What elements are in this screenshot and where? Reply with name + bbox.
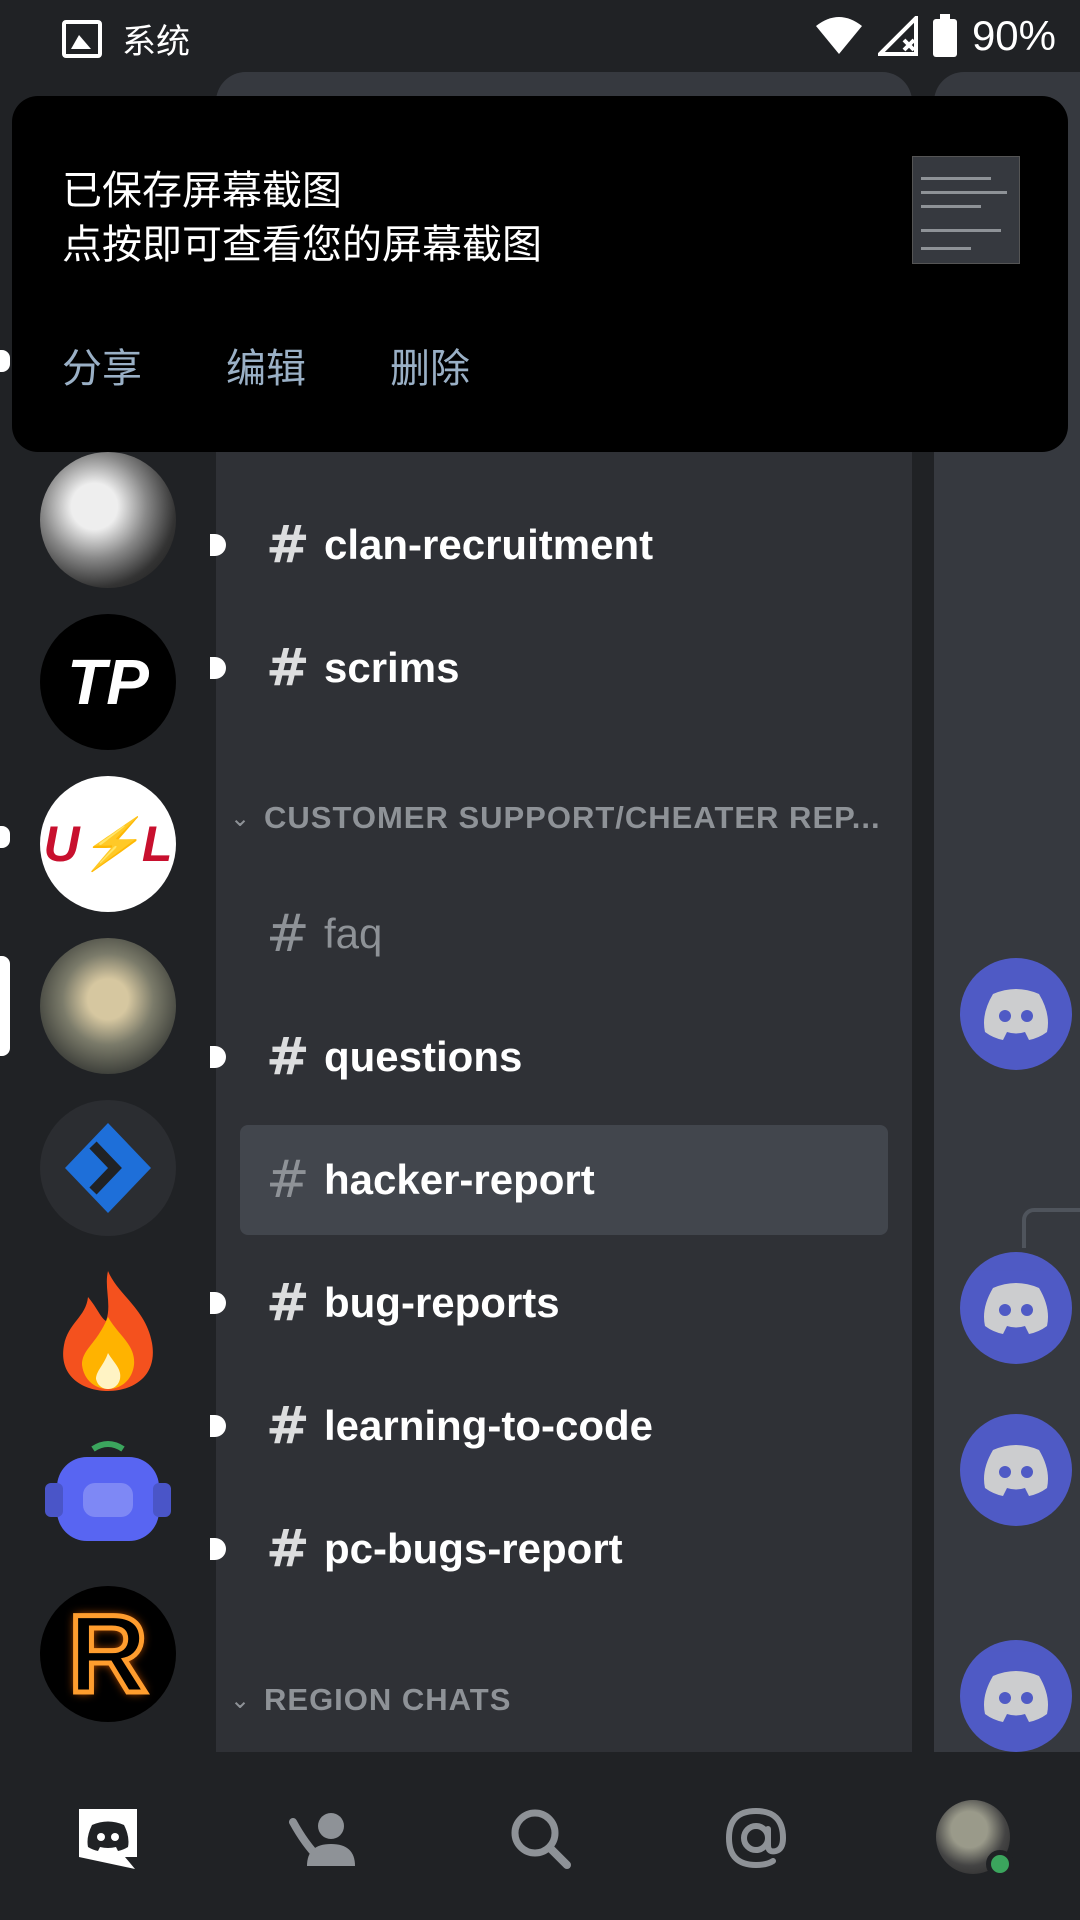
edit-button[interactable]: 编辑: [226, 336, 306, 394]
server-icon-game[interactable]: [40, 938, 176, 1074]
server-icon-fire[interactable]: [40, 1262, 176, 1398]
category-label: REGION CHATS: [264, 1682, 512, 1717]
unread-indicator: [210, 1415, 226, 1437]
discord-logo-icon: [984, 1283, 1048, 1334]
unread-indicator: [210, 534, 226, 556]
gallery-icon: [62, 19, 102, 58]
app-root: 系统 90% TP U⚡L R # clan-recruitment # scr…: [0, 0, 1080, 1920]
channel-scrims[interactable]: # scrims: [210, 613, 912, 723]
delete-button[interactable]: 删除: [390, 336, 470, 394]
hash-icon: #: [266, 1027, 310, 1087]
hash-icon: #: [266, 1150, 310, 1210]
server-icon-soldier[interactable]: [40, 452, 176, 588]
chevron-down-icon: ⌄: [230, 804, 251, 832]
hash-icon: #: [266, 638, 310, 698]
hash-icon: #: [266, 1519, 310, 1579]
online-status-dot: [986, 1850, 1014, 1878]
discord-home-icon: [79, 1809, 137, 1869]
discord-logo-icon: [984, 989, 1048, 1040]
share-button[interactable]: 分享: [62, 336, 142, 394]
toast-title: 已保存屏幕截图: [62, 168, 342, 214]
channel-name: learning-to-code: [324, 1402, 654, 1449]
diamond-logo-icon: [65, 1123, 151, 1213]
channel-questions[interactable]: # questions: [210, 1002, 912, 1112]
chat-avatar-discord-icon[interactable]: [960, 1414, 1072, 1526]
signal-icon: [877, 16, 918, 56]
robot-head-icon: [45, 1441, 171, 1541]
screenshot-thumbnail[interactable]: [912, 156, 1020, 264]
channel-clan-recruitment[interactable]: # clan-recruitment: [210, 490, 912, 600]
unread-indicator: [210, 1292, 226, 1314]
channel-faq[interactable]: # faq: [216, 879, 912, 989]
channel-bug-reports[interactable]: # bug-reports: [210, 1248, 912, 1358]
nav-friends[interactable]: [284, 1798, 364, 1878]
channel-name: clan-recruitment: [324, 521, 654, 568]
chat-avatar-discord-icon[interactable]: [960, 1640, 1072, 1752]
nav-mentions[interactable]: [716, 1798, 796, 1878]
nav-home[interactable]: [68, 1798, 148, 1878]
category-label: CUSTOMER SUPPORT/CHEATER REP...: [264, 800, 881, 835]
battery-percent: 90%: [971, 12, 1056, 59]
nav-search[interactable]: [500, 1798, 580, 1878]
chevron-down-icon: ⌄: [230, 1686, 251, 1714]
category-region-chats[interactable]: ⌄ REGION CHATS: [216, 1670, 912, 1730]
channel-name: pc-bugs-report: [324, 1525, 623, 1572]
profile-avatar[interactable]: [936, 1800, 1014, 1878]
search-icon: [511, 1809, 571, 1869]
server-icon-r[interactable]: R: [40, 1586, 176, 1722]
server-unread-pill: [0, 350, 10, 372]
server-icon-diamond[interactable]: [40, 1100, 176, 1236]
server-unread-pill: [0, 826, 10, 848]
wifi-icon: [815, 17, 862, 54]
channel-name: hacker-report: [324, 1156, 595, 1203]
toast-subtitle: 点按即可查看您的屏幕截图: [62, 222, 542, 268]
unread-indicator: [210, 1046, 226, 1068]
channel-learning-to-code[interactable]: # learning-to-code: [210, 1371, 912, 1481]
channel-name: bug-reports: [324, 1279, 560, 1326]
hash-icon: #: [266, 1396, 310, 1456]
bottom-nav: [0, 1752, 1080, 1920]
server-icon-bot[interactable]: [40, 1424, 176, 1560]
mentions-icon: [725, 1807, 787, 1869]
server-icon-tp[interactable]: TP: [40, 614, 176, 750]
friends-icon: [289, 1813, 355, 1866]
unread-indicator: [210, 1538, 226, 1560]
discord-logo-icon: [984, 1445, 1048, 1496]
server-selected-pill: [0, 956, 10, 1056]
fire-icon: [63, 1271, 153, 1391]
channel-name: scrims: [324, 644, 460, 691]
hash-icon: #: [266, 515, 310, 575]
unread-indicator: [210, 657, 226, 679]
channel-pc-bugs-report[interactable]: # pc-bugs-report: [210, 1494, 912, 1604]
channel-name: questions: [324, 1033, 523, 1080]
reply-connector: [1022, 1208, 1080, 1248]
discord-logo-icon: [984, 1671, 1048, 1722]
hash-icon: #: [266, 904, 310, 964]
channel-name: faq: [324, 910, 383, 957]
server-icon-usl[interactable]: U⚡L: [40, 776, 176, 912]
chat-avatar-discord-icon[interactable]: [960, 958, 1072, 1070]
category-customer-support[interactable]: ⌄ CUSTOMER SUPPORT/CHEATER REP...: [216, 788, 912, 848]
chat-avatar-discord-icon[interactable]: [960, 1252, 1072, 1364]
channel-hacker-report[interactable]: # hacker-report: [216, 1125, 912, 1235]
battery-icon: [932, 14, 957, 57]
hash-icon: #: [266, 1273, 310, 1333]
screenshot-toast[interactable]: 已保存屏幕截图 点按即可查看您的屏幕截图 分享 编辑 删除: [12, 96, 1068, 452]
status-bar: 系统 90%: [0, 0, 1080, 72]
status-app-label: 系统: [122, 22, 190, 62]
